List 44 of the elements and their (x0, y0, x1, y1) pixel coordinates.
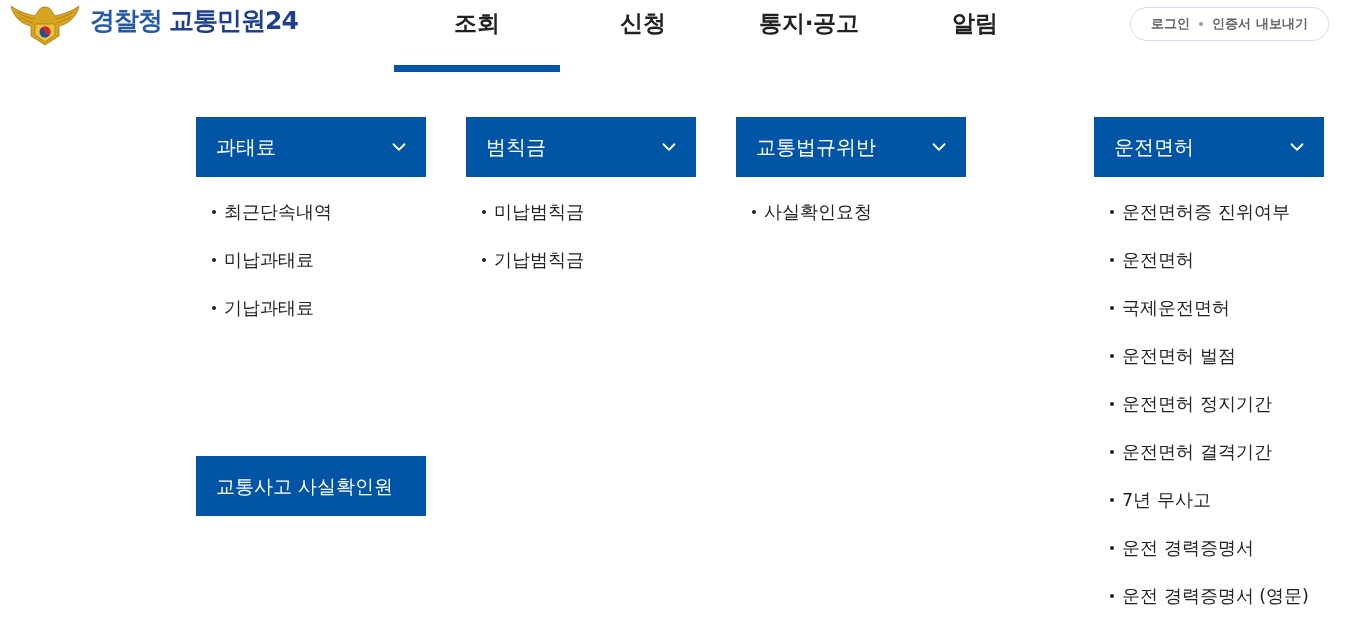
menu-link[interactable]: 국제운전면허 (1094, 284, 1230, 332)
account-link[interactable]: 인증서 내보내기 (1212, 14, 1308, 34)
nav-tab[interactable]: 통지·공고 (726, 0, 892, 72)
menu-link[interactable]: 미납범칙금 (466, 188, 584, 236)
category-link-button[interactable]: 교통사고 사실확인원 (196, 456, 426, 516)
nav-tab[interactable]: 조회 (394, 0, 560, 72)
bullet-icon (1110, 450, 1114, 454)
category-dropdown-button[interactable]: 과태료 (196, 117, 426, 177)
bullet-icon (1110, 210, 1114, 214)
menu-link[interactable]: 운전면허 결격기간 (1094, 428, 1272, 476)
menu-link[interactable]: 기납범칙금 (466, 236, 584, 284)
logo-service-text: 교통민원24 (169, 5, 298, 38)
bullet-icon (482, 210, 486, 214)
bullet-icon (752, 210, 756, 214)
category-dropdown-button[interactable]: 범칙금 (466, 117, 696, 177)
bullet-icon (1110, 594, 1114, 598)
bullet-icon (1110, 354, 1114, 358)
menu-link[interactable]: 운전면허 벌점 (1094, 332, 1236, 380)
bullet-icon (1110, 546, 1114, 550)
menu-link[interactable]: 운전면허 (1094, 236, 1194, 284)
bullet-icon (1110, 402, 1114, 406)
bullet-icon (212, 210, 216, 214)
menu-link[interactable]: 운전면허 정지기간 (1094, 380, 1272, 428)
winged-emblem-icon (9, 2, 81, 46)
menu-link[interactable]: 미납과태료 (196, 236, 314, 284)
logo-org-text: 경찰청 (90, 5, 162, 38)
category-dropdown-button[interactable]: 운전면허 (1094, 117, 1324, 177)
menu-link[interactable]: 7년 무사고 (1094, 476, 1211, 524)
nav-tab[interactable]: 알림 (892, 0, 1058, 72)
bullet-icon (1110, 258, 1114, 262)
nav-tab[interactable]: 신청 (560, 0, 726, 72)
menu-link[interactable]: 기납과태료 (196, 284, 314, 332)
category-dropdown-button[interactable]: 교통법규위반 (736, 117, 966, 177)
bullet-icon (1110, 498, 1114, 502)
menu-link[interactable]: 운전 경력증명서 (영문) (1094, 572, 1309, 620)
bullet-icon (212, 306, 216, 310)
bullet-icon (1110, 306, 1114, 310)
menu-link[interactable]: 운전 경력증명서 (1094, 524, 1254, 572)
menu-link[interactable]: 운전면허증 진위여부 (1094, 188, 1290, 236)
bullet-icon (212, 258, 216, 262)
account-link[interactable]: 로그인 (1151, 14, 1191, 34)
bullet-icon (482, 258, 486, 262)
menu-link[interactable]: 사실확인요청 (736, 188, 872, 236)
menu-link[interactable]: 최근단속내역 (196, 188, 332, 236)
